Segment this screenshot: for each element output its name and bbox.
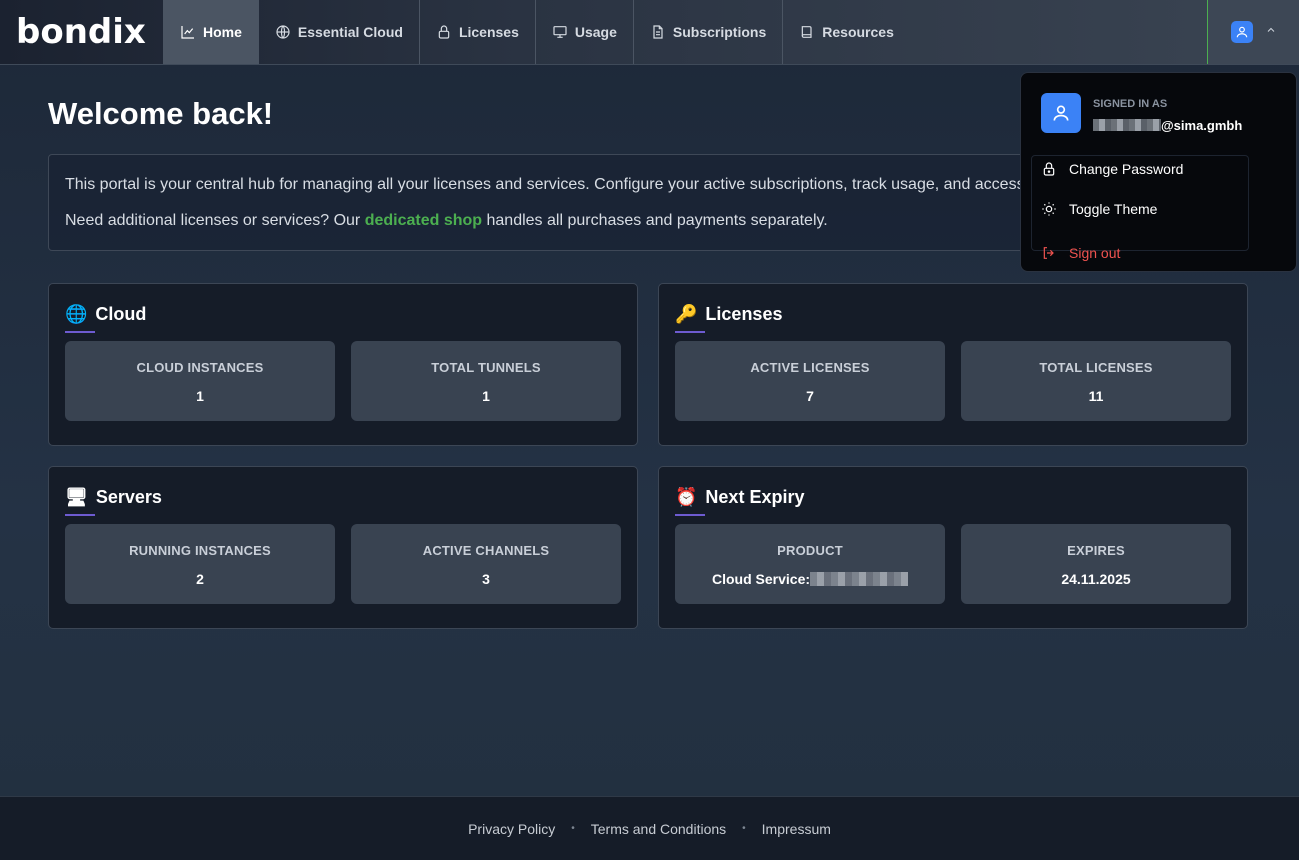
- card-title-text: Servers: [95, 487, 162, 507]
- card-title-text: Cloud: [95, 304, 147, 324]
- stat-value: 24.11.2025: [1061, 571, 1131, 587]
- stat-active-channels: ACTIVE CHANNELS 3: [351, 524, 621, 604]
- signed-in-label: SIGNED IN AS: [1093, 98, 1168, 110]
- page-title: Welcome back!: [48, 96, 274, 131]
- stat-label: PRODUCT: [777, 543, 843, 558]
- nav-home-label: Home: [203, 24, 242, 40]
- avatar: [1041, 93, 1081, 133]
- monitor-icon: [553, 26, 567, 38]
- servers-card: 🖥 Servers RUNNING INSTANCES 2 ACTIVE CHA…: [48, 466, 638, 629]
- stat-product: PRODUCT Cloud Service:: [675, 524, 945, 604]
- nav-subscriptions[interactable]: Subscriptions: [632, 0, 782, 64]
- nav-usage[interactable]: Usage: [534, 0, 633, 64]
- user-menu-button[interactable]: [1207, 0, 1299, 64]
- key-icon: 🔑: [675, 304, 698, 325]
- stat-value: 2: [196, 571, 204, 587]
- nav-essential-cloud-label: Essential Cloud: [297, 24, 403, 40]
- impressum-link[interactable]: Impressum: [762, 821, 831, 837]
- chevron-up-icon: [1265, 23, 1277, 41]
- globe-icon: 🌐: [65, 304, 88, 325]
- globe-icon: [276, 25, 290, 39]
- stat-value: 3: [482, 571, 490, 587]
- redacted-text: [1093, 119, 1161, 131]
- change-password-label: Change Password: [1069, 161, 1184, 177]
- stat-label: TOTAL TUNNELS: [431, 360, 541, 375]
- nav-usage-label: Usage: [574, 24, 617, 40]
- user-icon: [1236, 26, 1247, 38]
- stat-value: 7: [806, 388, 814, 404]
- sign-out-label: Sign out: [1069, 245, 1121, 261]
- email-domain: @sima.gmbh: [1161, 118, 1243, 133]
- stat-cloud-instances: CLOUD INSTANCES 1: [65, 341, 335, 421]
- nav-home[interactable]: Home: [163, 0, 258, 64]
- card-underline: [675, 514, 705, 516]
- card-underline: [675, 331, 705, 333]
- stat-label: RUNNING INSTANCES: [129, 543, 271, 558]
- alarm-clock-icon: ⏰: [675, 487, 698, 508]
- sign-out-icon: [1043, 247, 1054, 259]
- card-title-text: Next Expiry: [705, 487, 805, 507]
- avatar: [1230, 21, 1253, 43]
- card-underline: [65, 514, 95, 516]
- lock-icon: [1043, 162, 1055, 176]
- cloud-card: 🌐 Cloud CLOUD INSTANCES 1 TOTAL TUNNELS …: [48, 283, 638, 446]
- computer-icon: 🖥: [65, 487, 88, 508]
- stat-expires: EXPIRES 24.11.2025: [961, 524, 1231, 604]
- sign-out-item[interactable]: Sign out: [1041, 245, 1120, 261]
- dedicated-shop-link[interactable]: dedicated shop: [365, 212, 482, 229]
- nav-essential-cloud[interactable]: Essential Cloud: [257, 0, 419, 64]
- licenses-card: 🔑 Licenses ACTIVE LICENSES 7 TOTAL LICEN…: [658, 283, 1248, 446]
- nav-licenses[interactable]: Licenses: [418, 0, 535, 64]
- card-title: 🌐 Cloud: [65, 304, 146, 325]
- nav-licenses-label: Licenses: [458, 24, 519, 40]
- bondix-logo[interactable]: bondix: [0, 0, 163, 64]
- toggle-theme-label: Toggle Theme: [1069, 201, 1158, 217]
- stat-label: ACTIVE LICENSES: [750, 360, 870, 375]
- card-title: 🖥 Servers: [65, 487, 162, 508]
- intro-after-link: handles all purchases and payments separ…: [482, 212, 828, 229]
- privacy-policy-link[interactable]: Privacy Policy: [468, 821, 555, 837]
- card-title: ⏰ Next Expiry: [675, 487, 804, 508]
- footer: Privacy Policy • Terms and Conditions • …: [0, 796, 1299, 860]
- redacted-text: [810, 572, 909, 586]
- next-expiry-card: ⏰ Next Expiry PRODUCT Cloud Service: EXP…: [658, 466, 1248, 629]
- chart-line-icon: [181, 26, 194, 39]
- user-dropdown: SIGNED IN AS @sima.gmbh Change Password …: [1020, 72, 1297, 272]
- stat-label: CLOUD INSTANCES: [136, 360, 264, 375]
- nav-resources[interactable]: Resources: [782, 0, 910, 64]
- intro-before-link: Need additional licenses or services? Ou…: [65, 212, 365, 229]
- change-password-item[interactable]: Change Password: [1041, 161, 1183, 177]
- user-icon: [1053, 105, 1069, 121]
- toggle-theme-item[interactable]: Toggle Theme: [1041, 201, 1157, 217]
- stat-value: 11: [1088, 388, 1104, 404]
- top-nav: bondix Home Essential Cloud Licenses Usa…: [0, 0, 1299, 65]
- nav-subscriptions-label: Subscriptions: [672, 24, 767, 40]
- stat-value: 1: [196, 388, 204, 404]
- stat-label: ACTIVE CHANNELS: [422, 543, 550, 558]
- nav-resources-label: Resources: [822, 24, 894, 40]
- card-underline: [65, 331, 95, 333]
- card-title: 🔑 Licenses: [675, 304, 782, 325]
- book-icon: [801, 26, 812, 38]
- stat-value: Cloud Service:: [675, 571, 945, 587]
- footer-separator: •: [742, 823, 746, 834]
- stat-running-instances: RUNNING INSTANCES 2: [65, 524, 335, 604]
- sun-icon: [1042, 202, 1056, 216]
- lock-icon: [438, 25, 450, 39]
- stat-label: EXPIRES: [1067, 543, 1125, 558]
- stat-label: TOTAL LICENSES: [1039, 360, 1153, 375]
- footer-separator: •: [571, 823, 575, 834]
- stat-total-licenses: TOTAL LICENSES 11: [961, 341, 1231, 421]
- card-title-text: Licenses: [705, 304, 783, 324]
- stat-total-tunnels: TOTAL TUNNELS 1: [351, 341, 621, 421]
- stat-active-licenses: ACTIVE LICENSES 7: [675, 341, 945, 421]
- terms-link[interactable]: Terms and Conditions: [591, 821, 726, 837]
- user-email: @sima.gmbh: [1093, 118, 1242, 133]
- stat-value: 1: [482, 388, 490, 404]
- document-icon: [653, 25, 663, 39]
- product-name: Cloud Service:: [711, 571, 811, 587]
